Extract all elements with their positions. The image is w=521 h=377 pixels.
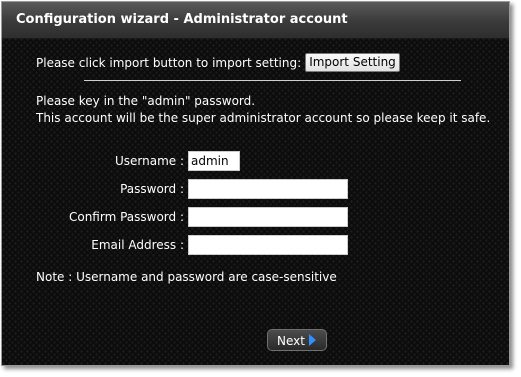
case-sensitive-note: Note : Username and password are case-se… [36, 270, 337, 284]
divider [84, 80, 461, 81]
password-label: Password : [120, 182, 184, 196]
next-button[interactable]: Next [267, 329, 327, 351]
email-address-label: Email Address : [91, 238, 184, 252]
username-label: Username : [114, 154, 184, 168]
window-title: Configuration wizard - Administrator acc… [16, 12, 348, 27]
password-field[interactable] [188, 179, 348, 199]
wizard-window: Configuration wizard - Administrator acc… [1, 1, 510, 366]
next-button-label: Next [277, 334, 305, 348]
email-address-field[interactable] [188, 235, 348, 255]
import-setting-button[interactable]: Import Setting [305, 53, 400, 72]
confirm-password-field[interactable] [188, 207, 348, 227]
title-bar: Configuration wizard - Administrator acc… [2, 2, 509, 39]
username-field[interactable] [188, 151, 240, 171]
confirm-password-label: Confirm Password : [68, 210, 184, 224]
import-prompt: Please click import button to import set… [36, 56, 302, 70]
instruction-line-2: This account will be the super administr… [36, 111, 491, 125]
instruction-line-1: Please key in the "admin" password. [36, 94, 256, 108]
chevron-right-icon [309, 334, 316, 346]
